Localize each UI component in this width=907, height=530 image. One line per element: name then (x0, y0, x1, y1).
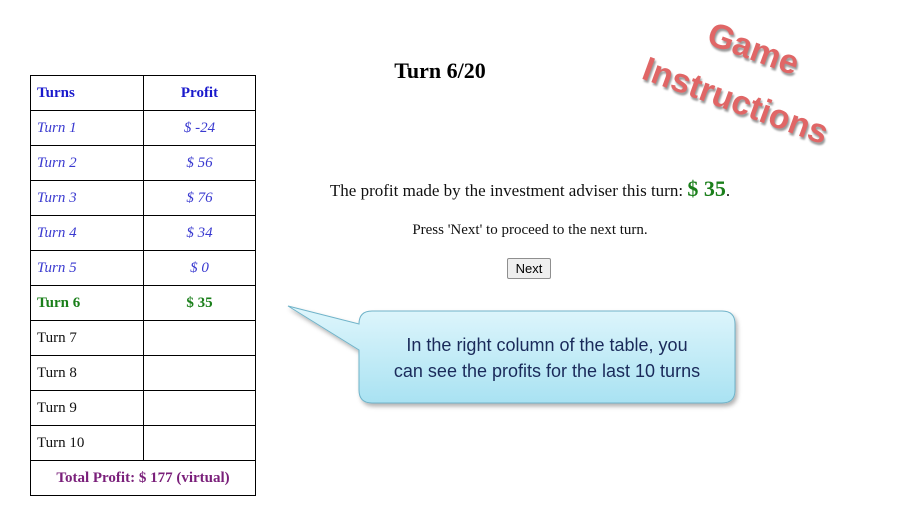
turn-cell: Turn 10 (30, 425, 144, 461)
turn-cell: Turn 9 (30, 390, 144, 426)
table-row: Turn 4 $ 34 (30, 215, 256, 251)
profit-cell (143, 390, 256, 426)
callout-text-line1: In the right column of the table, you (406, 335, 688, 355)
turns-profit-table: Turns Profit Turn 1 $ -24 Turn 2 $ 56 Tu… (30, 75, 256, 496)
table-row: Turn 2 $ 56 (30, 145, 256, 181)
total-profit: Total Profit: $ 177 (virtual) (30, 460, 256, 496)
turns-column-header: Turns (30, 75, 144, 111)
profit-cell: $ -24 (143, 110, 256, 146)
callout-text: In the right column of the table, you ca… (362, 332, 732, 384)
turn-title: Turn 6/20 (394, 58, 486, 83)
profit-cell: $ 76 (143, 180, 256, 216)
turn-cell: Turn 3 (30, 180, 144, 216)
table-row: Turn 5 $ 0 (30, 250, 256, 286)
total-row: Total Profit: $ 177 (virtual) (30, 460, 256, 496)
turn-cell: Turn 6 (30, 285, 144, 321)
profit-line: The profit made by the investment advise… (290, 176, 770, 202)
proceed-instruction: Press 'Next' to proceed to the next turn… (412, 222, 648, 238)
profit-cell (143, 355, 256, 391)
profit-suffix: . (725, 181, 731, 200)
table-row: Turn 7 (30, 320, 256, 356)
turn-cell: Turn 8 (30, 355, 144, 391)
profit-prefix: The profit made by the investment advise… (329, 181, 684, 200)
table-row: Turn 1 $ -24 (30, 110, 256, 146)
turn-cell: Turn 1 (30, 110, 144, 146)
table-row: Turn 9 (30, 390, 256, 426)
profit-column-header: Profit (143, 75, 256, 111)
profit-cell: $ 0 (143, 250, 256, 286)
profit-cell: $ 34 (143, 215, 256, 251)
profit-cell: $ 56 (143, 145, 256, 181)
game-instructions-link[interactable]: Game Instructions (620, 10, 870, 160)
turn-cell: Turn 2 (30, 145, 144, 181)
profit-value: $ 35 (687, 176, 726, 201)
game-instructions-line2: Instructions (637, 49, 834, 153)
table-row: Turn 8 (30, 355, 256, 391)
callout-text-line2: can see the profits for the last 10 turn… (393, 361, 701, 381)
profit-cell (143, 425, 256, 461)
profit-cell: $ 35 (143, 285, 256, 321)
table-row: Turn 10 (30, 425, 256, 461)
table-header-row: Turns Profit (30, 75, 256, 111)
turn-cell: Turn 7 (30, 320, 144, 356)
table-row-current: Turn 6 $ 35 (30, 285, 256, 321)
next-button[interactable]: Next (507, 258, 551, 279)
turn-cell: Turn 5 (30, 250, 144, 286)
table-row: Turn 3 $ 76 (30, 180, 256, 216)
profit-cell (143, 320, 256, 356)
turn-cell: Turn 4 (30, 215, 144, 251)
